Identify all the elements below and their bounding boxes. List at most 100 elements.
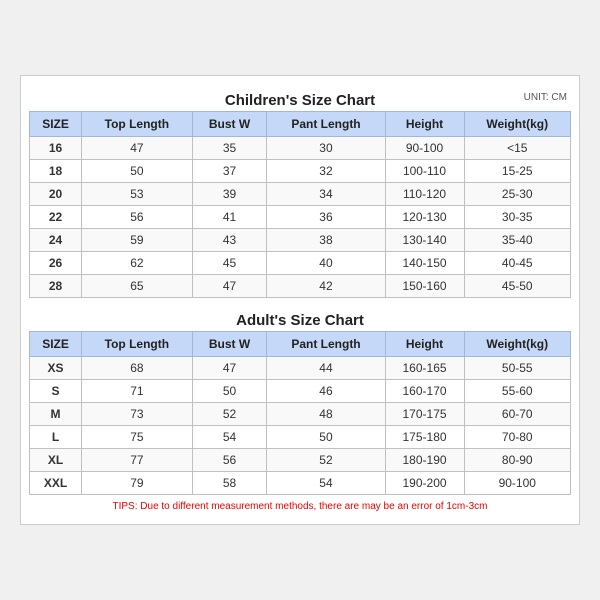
table-cell: 16 <box>30 137 82 160</box>
children-title-text: Children's Size Chart <box>225 92 375 109</box>
table-cell: 90-100 <box>385 137 464 160</box>
table-cell: 44 <box>267 357 385 380</box>
table-row: S715046160-17055-60 <box>30 380 571 403</box>
table-cell: 25-30 <box>464 183 570 206</box>
table-cell: 190-200 <box>385 472 464 495</box>
children-col-height: Height <box>385 112 464 137</box>
table-cell: 70-80 <box>464 426 570 449</box>
table-cell: 45 <box>192 252 267 275</box>
table-cell: 24 <box>30 229 82 252</box>
table-cell: <15 <box>464 137 570 160</box>
table-cell: 160-170 <box>385 380 464 403</box>
table-cell: 50 <box>267 426 385 449</box>
table-cell: 32 <box>267 160 385 183</box>
table-row: 18503732100-11015-25 <box>30 160 571 183</box>
table-cell: 56 <box>192 449 267 472</box>
table-cell: 56 <box>82 206 193 229</box>
table-cell: 68 <box>82 357 193 380</box>
table-cell: 20 <box>30 183 82 206</box>
adults-col-top-length: Top Length <box>82 332 193 357</box>
adults-title: Adult's Size Chart <box>29 306 571 331</box>
table-cell: 15-25 <box>464 160 570 183</box>
table-cell: XL <box>30 449 82 472</box>
table-cell: 58 <box>192 472 267 495</box>
adults-col-height: Height <box>385 332 464 357</box>
table-cell: 80-90 <box>464 449 570 472</box>
adults-tbody: XS684744160-16550-55S715046160-17055-60M… <box>30 357 571 495</box>
children-title: Children's Size Chart UNIT: CM <box>29 86 571 111</box>
table-cell: 73 <box>82 403 193 426</box>
table-cell: 75 <box>82 426 193 449</box>
unit-label: UNIT: CM <box>524 92 567 103</box>
table-cell: 120-130 <box>385 206 464 229</box>
table-cell: 175-180 <box>385 426 464 449</box>
table-cell: 47 <box>192 357 267 380</box>
table-row: 20533934110-12025-30 <box>30 183 571 206</box>
children-col-bust-w: Bust W <box>192 112 267 137</box>
table-cell: 46 <box>267 380 385 403</box>
table-cell: 55-60 <box>464 380 570 403</box>
children-table: SIZE Top Length Bust W Pant Length Heigh… <box>29 111 571 298</box>
table-cell: 47 <box>82 137 193 160</box>
table-cell: 38 <box>267 229 385 252</box>
table-cell: 65 <box>82 275 193 298</box>
table-cell: 48 <box>267 403 385 426</box>
table-cell: 50 <box>82 160 193 183</box>
table-cell: 18 <box>30 160 82 183</box>
table-cell: 54 <box>192 426 267 449</box>
tips-text: TIPS: Due to different measurement metho… <box>29 495 571 514</box>
table-cell: 43 <box>192 229 267 252</box>
table-row: M735248170-17560-70 <box>30 403 571 426</box>
table-cell: 150-160 <box>385 275 464 298</box>
table-cell: XS <box>30 357 82 380</box>
children-header-row: SIZE Top Length Bust W Pant Length Heigh… <box>30 112 571 137</box>
table-cell: 62 <box>82 252 193 275</box>
table-cell: 90-100 <box>464 472 570 495</box>
table-cell: 180-190 <box>385 449 464 472</box>
adults-title-text: Adult's Size Chart <box>236 312 364 329</box>
table-cell: 50 <box>192 380 267 403</box>
children-col-top-length: Top Length <box>82 112 193 137</box>
table-cell: 39 <box>192 183 267 206</box>
table-row: 24594338130-14035-40 <box>30 229 571 252</box>
table-cell: 53 <box>82 183 193 206</box>
table-cell: L <box>30 426 82 449</box>
table-cell: XXL <box>30 472 82 495</box>
children-col-weight: Weight(kg) <box>464 112 570 137</box>
table-cell: 34 <box>267 183 385 206</box>
table-cell: 37 <box>192 160 267 183</box>
children-col-size: SIZE <box>30 112 82 137</box>
table-cell: S <box>30 380 82 403</box>
table-row: 26624540140-15040-45 <box>30 252 571 275</box>
table-cell: 22 <box>30 206 82 229</box>
table-cell: 35 <box>192 137 267 160</box>
table-row: XXL795854190-20090-100 <box>30 472 571 495</box>
table-cell: 140-150 <box>385 252 464 275</box>
table-cell: 36 <box>267 206 385 229</box>
table-cell: 41 <box>192 206 267 229</box>
table-cell: 40-45 <box>464 252 570 275</box>
table-cell: 160-165 <box>385 357 464 380</box>
table-cell: 71 <box>82 380 193 403</box>
chart-container: Children's Size Chart UNIT: CM SIZE Top … <box>20 75 580 525</box>
table-cell: 52 <box>267 449 385 472</box>
table-cell: 35-40 <box>464 229 570 252</box>
adults-col-pant-length: Pant Length <box>267 332 385 357</box>
table-cell: 100-110 <box>385 160 464 183</box>
adults-col-bust-w: Bust W <box>192 332 267 357</box>
table-cell: 52 <box>192 403 267 426</box>
table-cell: 54 <box>267 472 385 495</box>
table-cell: 30 <box>267 137 385 160</box>
table-row: 28654742150-16045-50 <box>30 275 571 298</box>
table-cell: 130-140 <box>385 229 464 252</box>
adults-table: SIZE Top Length Bust W Pant Length Heigh… <box>29 331 571 495</box>
table-cell: 26 <box>30 252 82 275</box>
children-tbody: 1647353090-100<1518503732100-11015-25205… <box>30 137 571 298</box>
table-cell: 42 <box>267 275 385 298</box>
table-cell: 59 <box>82 229 193 252</box>
adults-col-weight: Weight(kg) <box>464 332 570 357</box>
table-row: 22564136120-13030-35 <box>30 206 571 229</box>
table-cell: 28 <box>30 275 82 298</box>
table-row: L755450175-18070-80 <box>30 426 571 449</box>
table-cell: 47 <box>192 275 267 298</box>
